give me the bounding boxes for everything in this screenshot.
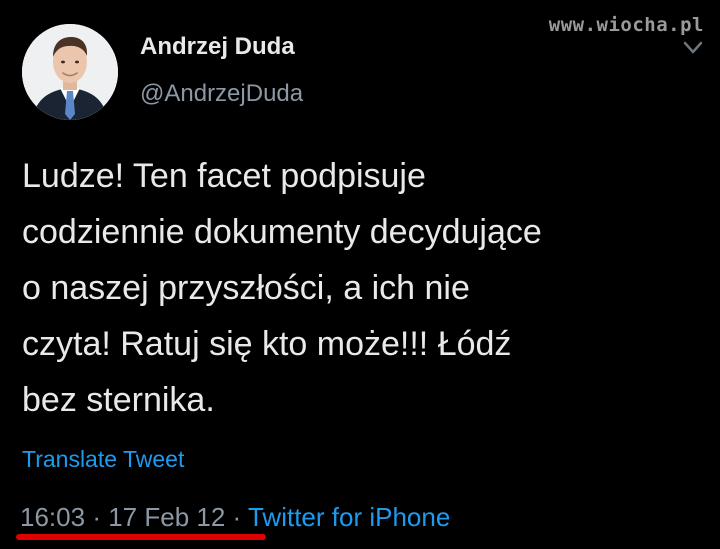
tweet-date[interactable]: 17 Feb 12 <box>108 502 225 532</box>
tweet-line: Ludze! Ten facet podpisuje <box>22 157 426 195</box>
tweet-text: Ludze! Ten facet podpisuje codziennie do… <box>22 148 712 428</box>
tweet-source-link[interactable]: Twitter for iPhone <box>248 502 450 532</box>
tweet-line: bez sternika. <box>22 381 215 419</box>
translate-tweet-link[interactable]: Translate Tweet <box>22 446 184 473</box>
tweet-line: o naszej przyszłości, a ich nie <box>22 269 470 307</box>
red-underline-highlight <box>16 534 266 540</box>
tweet-line: codziennie dokumenty decydujące <box>22 213 542 251</box>
author-handle[interactable]: @AndrzejDuda <box>140 80 303 108</box>
author-name[interactable]: Andrzej Duda <box>140 33 295 61</box>
separator-dot: · <box>232 502 242 532</box>
separator-dot: · <box>92 502 101 532</box>
chevron-down-icon[interactable] <box>680 38 706 58</box>
tweet-time[interactable]: 16:03 <box>20 502 85 532</box>
tweet-metadata: 16:03 · 17 Feb 12 · Twitter for iPhone <box>20 502 450 533</box>
profile-photo-icon <box>22 24 118 120</box>
tweet-line: czyta! Ratuj się kto może!!! Łódź <box>22 325 512 363</box>
avatar[interactable] <box>22 24 118 120</box>
watermark: www.wiocha.pl <box>548 14 704 36</box>
